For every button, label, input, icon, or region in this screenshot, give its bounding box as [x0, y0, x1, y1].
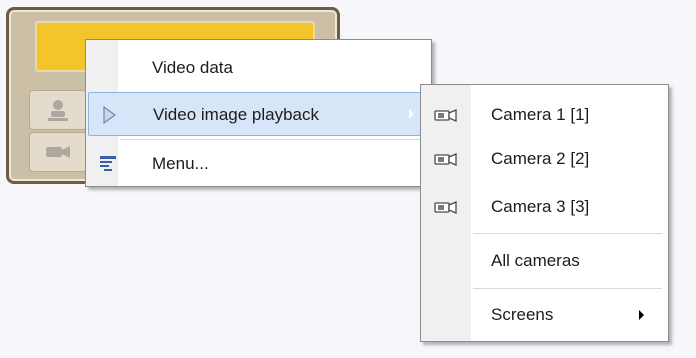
camera-icon	[434, 201, 457, 214]
camera-button[interactable]	[29, 132, 87, 172]
submenu-item-label: Screens	[491, 305, 554, 324]
submenu-arrow-icon	[409, 109, 414, 119]
menu-separator	[473, 288, 662, 289]
operator-icon	[48, 100, 68, 121]
operator-button[interactable]	[29, 90, 87, 130]
menu-separator	[120, 139, 425, 140]
submenu-item-camera-2[interactable]: Camera 2 [2]	[423, 137, 666, 181]
menu-list-icon	[100, 156, 116, 171]
play-icon	[103, 105, 117, 125]
camera-icon	[46, 146, 70, 158]
menu-separator	[473, 233, 662, 234]
context-menu: Video data Video image playback Menu...	[85, 39, 432, 187]
camera-icon	[434, 153, 457, 166]
submenu-item-camera-1[interactable]: Camera 1 [1]	[423, 93, 666, 137]
submenu: Camera 1 [1] Camera 2 [2] Camera 3 [3] A…	[420, 84, 669, 342]
submenu-item-label: Camera 3 [3]	[491, 197, 590, 216]
menu-item-menu[interactable]: Menu...	[88, 142, 429, 186]
menu-item-video-playback[interactable]: Video image playback	[88, 92, 429, 136]
submenu-item-screens[interactable]: Screens	[423, 293, 666, 337]
menu-item-label: Video data	[152, 58, 233, 77]
menu-item-label: Menu...	[152, 154, 209, 173]
submenu-item-camera-3[interactable]: Camera 3 [3]	[423, 185, 666, 229]
submenu-item-all-cameras[interactable]: All cameras	[423, 239, 666, 283]
menu-item-label: Video image playback	[153, 105, 320, 124]
submenu-arrow-icon	[639, 310, 644, 320]
submenu-item-label: Camera 1 [1]	[491, 105, 590, 124]
submenu-item-label: Camera 2 [2]	[491, 149, 590, 168]
menu-item-video-data[interactable]: Video data	[88, 46, 429, 90]
submenu-item-label: All cameras	[491, 251, 580, 270]
camera-icon	[434, 109, 457, 122]
